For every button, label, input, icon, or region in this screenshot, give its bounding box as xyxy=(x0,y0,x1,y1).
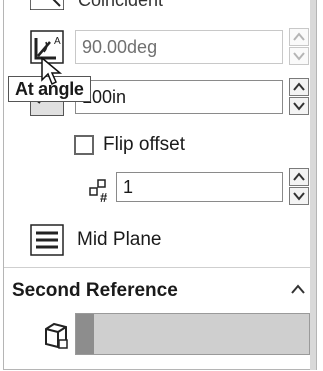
chevron-down-icon xyxy=(293,102,305,111)
mid-plane-label: Mid Plane xyxy=(77,229,162,250)
instances-spin-down[interactable] xyxy=(289,187,309,205)
instance-count-icon: # xyxy=(89,179,108,204)
top-row-label: Coincident xyxy=(78,0,164,10)
instances-spinner[interactable] xyxy=(289,168,309,206)
angle-spin-up[interactable] xyxy=(289,28,309,46)
coincident-icon[interactable] xyxy=(30,0,64,10)
angle-spinner[interactable] xyxy=(289,28,309,66)
offset-input[interactable]: 100in xyxy=(75,80,283,114)
offset-spin-down[interactable] xyxy=(289,97,309,115)
svg-text:A: A xyxy=(54,36,61,47)
selection-highlight xyxy=(76,314,94,354)
instances-spin-up[interactable] xyxy=(289,168,309,186)
chevron-up-icon xyxy=(293,82,305,91)
flip-offset-label: Flip offset xyxy=(103,134,186,155)
second-reference-title[interactable]: Second Reference xyxy=(12,280,178,302)
chevron-down-icon xyxy=(293,192,305,201)
instances-input[interactable]: 1 xyxy=(116,172,283,202)
mouse-cursor-icon xyxy=(41,56,63,86)
mid-plane-icon[interactable] xyxy=(30,224,64,256)
angle-spin-down[interactable] xyxy=(289,47,309,65)
offset-spinner[interactable] xyxy=(289,78,309,116)
second-reference-selection-box[interactable] xyxy=(75,313,310,355)
offset-spin-up[interactable] xyxy=(289,78,309,96)
chevron-up-icon[interactable] xyxy=(290,282,306,296)
chevron-up-icon xyxy=(293,172,305,181)
angle-input[interactable]: 90.00deg xyxy=(75,30,283,64)
flip-offset-checkbox[interactable] xyxy=(74,135,94,155)
section-divider xyxy=(4,267,310,268)
chevron-down-icon xyxy=(293,52,305,61)
panel-scrollbar[interactable] xyxy=(310,0,316,370)
svg-text:#: # xyxy=(100,190,108,204)
reference-entity-icon xyxy=(45,322,68,349)
chevron-up-icon xyxy=(293,32,305,41)
